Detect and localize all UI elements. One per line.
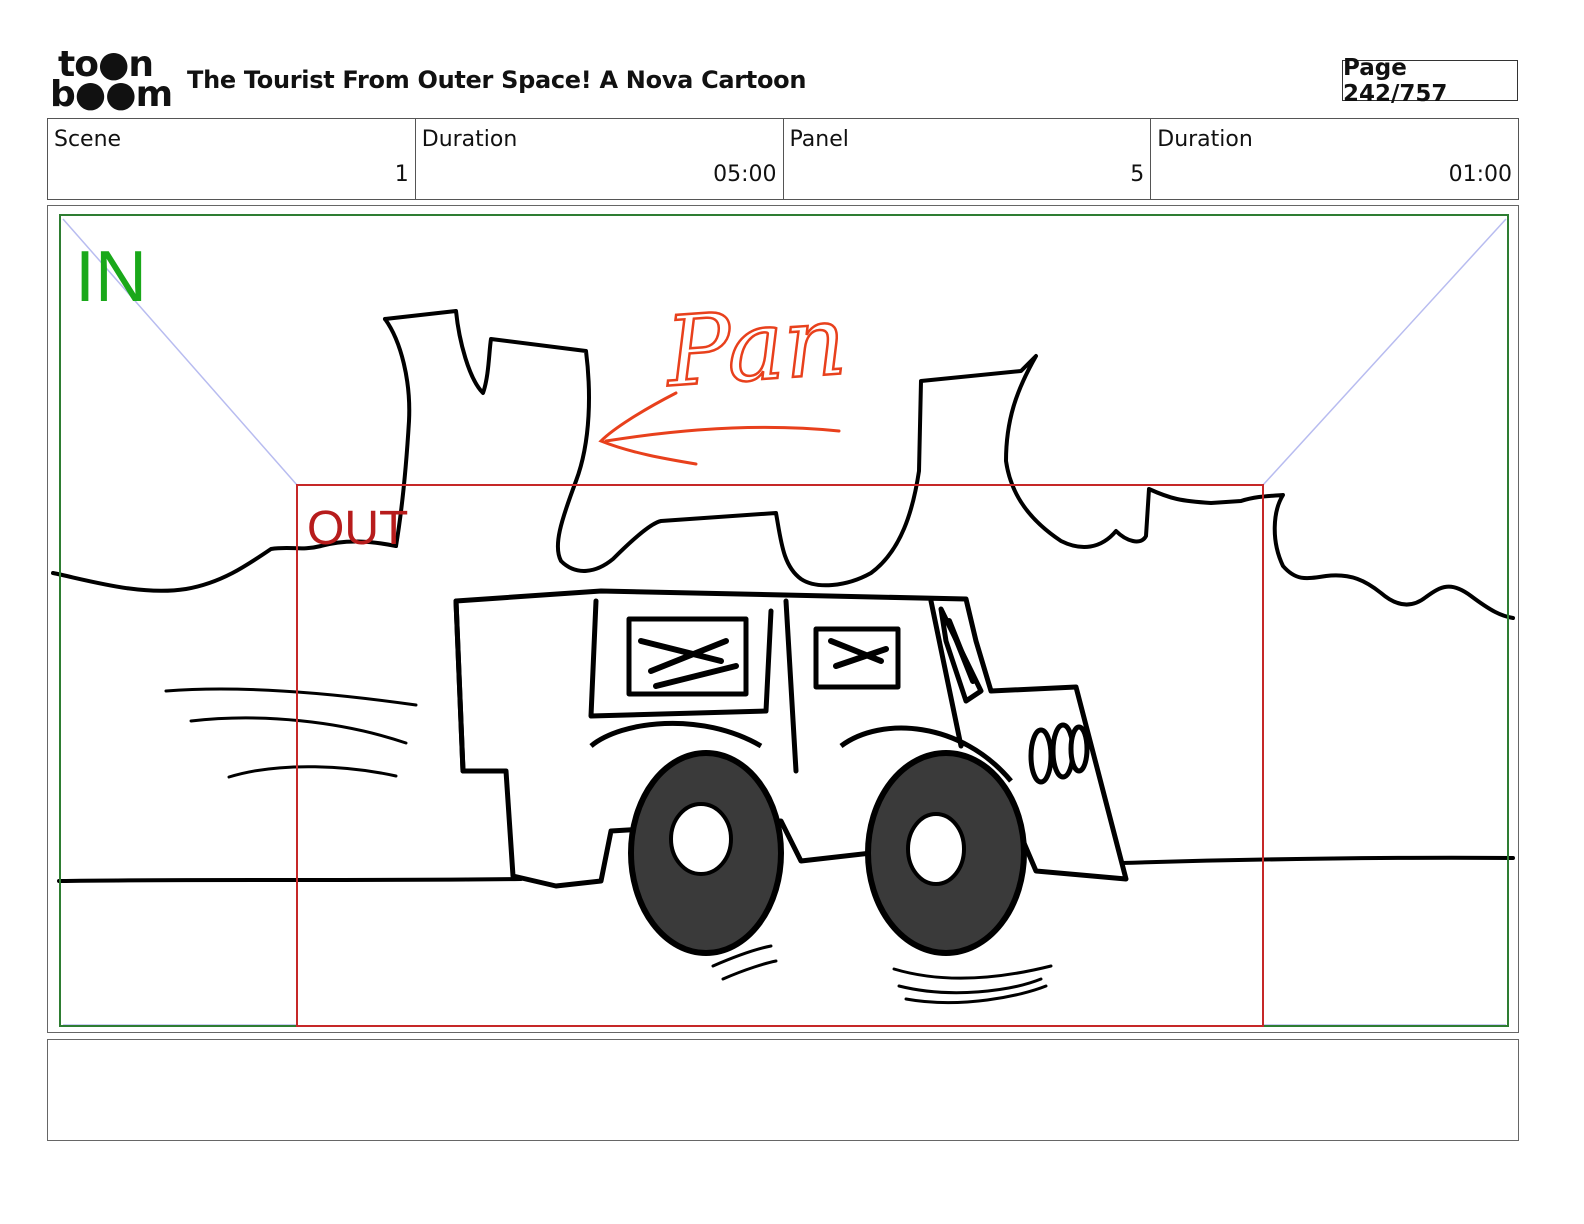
panel-drawing: IN OUT Pan xyxy=(51,214,1515,1027)
in-label: IN xyxy=(75,237,147,317)
scene-duration-label: Duration xyxy=(421,127,518,152)
panel-duration-label: Duration xyxy=(1157,127,1253,152)
panel-duration-value: 01:00 xyxy=(1448,162,1512,187)
panel-info-table: Scene 1 Duration 05:00 Panel 5 Duration … xyxy=(47,118,1519,200)
logo-bottom-text: b●●m xyxy=(50,74,173,115)
storyboard-panel: IN OUT Pan xyxy=(47,205,1519,1033)
scene-cell: Scene 1 xyxy=(48,119,416,199)
scene-duration-cell: Duration 05:00 xyxy=(416,119,784,199)
scene-label: Scene xyxy=(54,127,122,152)
caption-box xyxy=(47,1039,1519,1141)
panel-cell: Panel 5 xyxy=(784,119,1152,199)
page-number: Page 242/757 xyxy=(1342,55,1518,107)
panel-duration-cell: Duration 01:00 xyxy=(1151,119,1518,199)
out-label: OUT xyxy=(307,502,408,555)
document-title: The Tourist From Outer Space! A Nova Car… xyxy=(187,66,807,94)
scene-value: 1 xyxy=(394,162,409,187)
panel-label: Panel xyxy=(789,127,849,152)
toonboom-logo: to●n b●●m xyxy=(50,47,173,113)
scene-duration-value: 05:00 xyxy=(713,162,777,187)
pan-annotation: Pan xyxy=(661,284,850,408)
panel-value: 5 xyxy=(1130,162,1145,187)
